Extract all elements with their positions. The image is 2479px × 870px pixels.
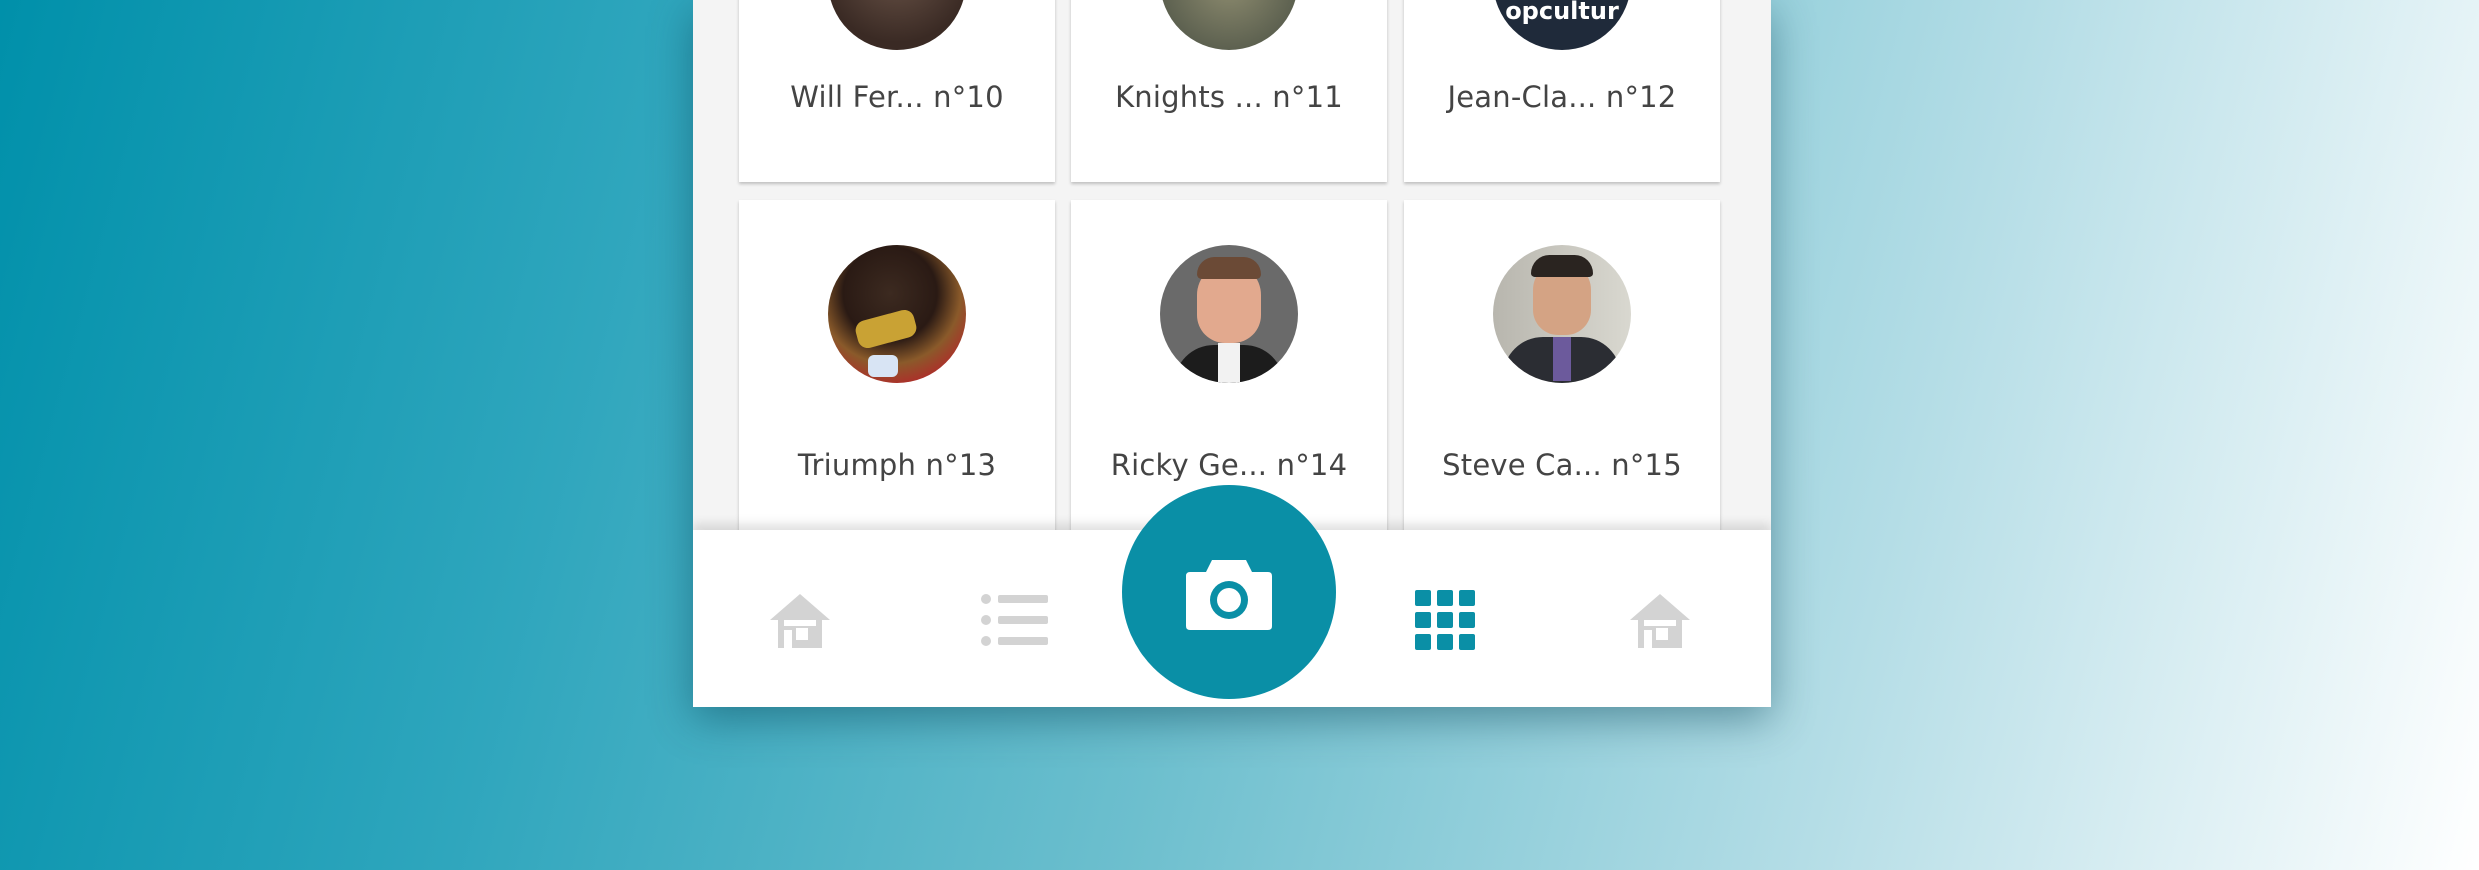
card-name: Steve Ca... n°15 (1442, 448, 1682, 482)
grid-card[interactable]: Steve Ca... n°15 (1404, 200, 1720, 530)
grid-card[interactable]: opcultur Jean-Cla... n°12 (1404, 0, 1720, 182)
bottom-tab-bar (693, 485, 1771, 707)
list-icon (981, 594, 1048, 646)
app-window: Will Fer... n°10 Knights ... n°11 opcult… (693, 0, 1771, 707)
avatar (1160, 245, 1298, 383)
tab-list[interactable] (980, 585, 1050, 655)
grid-card[interactable]: Knights ... n°11 (1071, 0, 1387, 182)
celebrity-grid: Will Fer... n°10 Knights ... n°11 opcult… (693, 0, 1771, 530)
card-name: Jean-Cla... n°12 (1447, 80, 1677, 114)
grid-icon (1415, 590, 1475, 650)
avatar-caption: opcultur (1505, 0, 1619, 25)
home-icon (1630, 594, 1690, 648)
tab-home-secondary[interactable] (1625, 585, 1695, 655)
grid-card[interactable]: Ricky Ge... n°14 (1071, 200, 1387, 530)
avatar (828, 245, 966, 383)
camera-button[interactable] (1122, 485, 1336, 699)
home-icon (770, 594, 830, 648)
tab-grid[interactable] (1410, 585, 1480, 655)
grid-card[interactable]: Triumph n°13 (739, 200, 1055, 530)
avatar (828, 0, 966, 50)
card-name: Ricky Ge... n°14 (1110, 448, 1348, 482)
avatar (1493, 245, 1631, 383)
tab-home[interactable] (765, 585, 835, 655)
card-name: Will Fer... n°10 (790, 80, 1004, 114)
card-name: Triumph n°13 (797, 448, 997, 482)
grid-card[interactable]: Will Fer... n°10 (739, 0, 1055, 182)
avatar: opcultur (1493, 0, 1631, 50)
camera-icon (1186, 560, 1272, 630)
card-name: Knights ... n°11 (1115, 80, 1343, 114)
avatar (1160, 0, 1298, 50)
